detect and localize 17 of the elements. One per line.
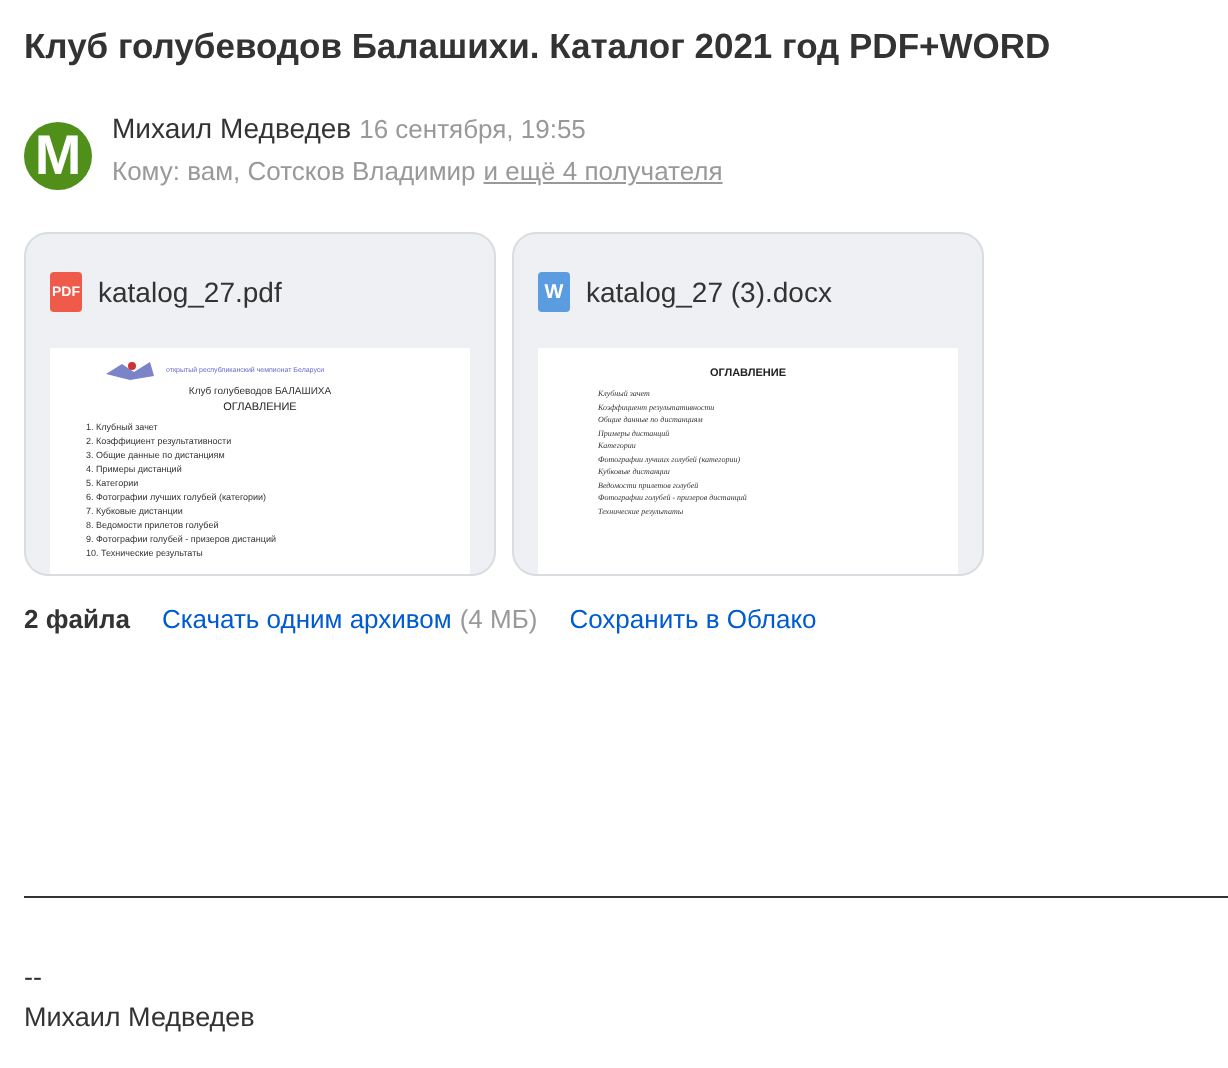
- avatar: M: [24, 122, 92, 190]
- email-subject: Клуб голубеводов Балашихи. Каталог 2021 год PDF+WORD: [24, 24, 1053, 68]
- logo-icon: [102, 356, 158, 384]
- word-file-icon: W: [538, 272, 570, 312]
- save-to-cloud-link[interactable]: Сохранить в Облако: [569, 604, 817, 634]
- archive-size: (4 МБ): [459, 604, 538, 634]
- file-name: katalog_27 (3).docx: [586, 276, 832, 308]
- attachment-count: 2 файла: [24, 604, 130, 634]
- recipients-text: Кому: вам, Сотсков Владимир: [112, 156, 476, 186]
- download-archive-link[interactable]: Скачать одним архивом: [161, 604, 452, 634]
- signature-name: Михаил Медведев: [24, 1000, 257, 1036]
- attachment-card[interactable]: [512, 232, 984, 576]
- email-date: 16 сентября, 19:55: [359, 114, 586, 144]
- attachment-card[interactable]: [24, 232, 496, 576]
- signature-separator: --: [24, 960, 44, 996]
- file-name: katalog_27.pdf: [98, 276, 282, 308]
- sender-name[interactable]: Михаил Медведев: [112, 112, 352, 144]
